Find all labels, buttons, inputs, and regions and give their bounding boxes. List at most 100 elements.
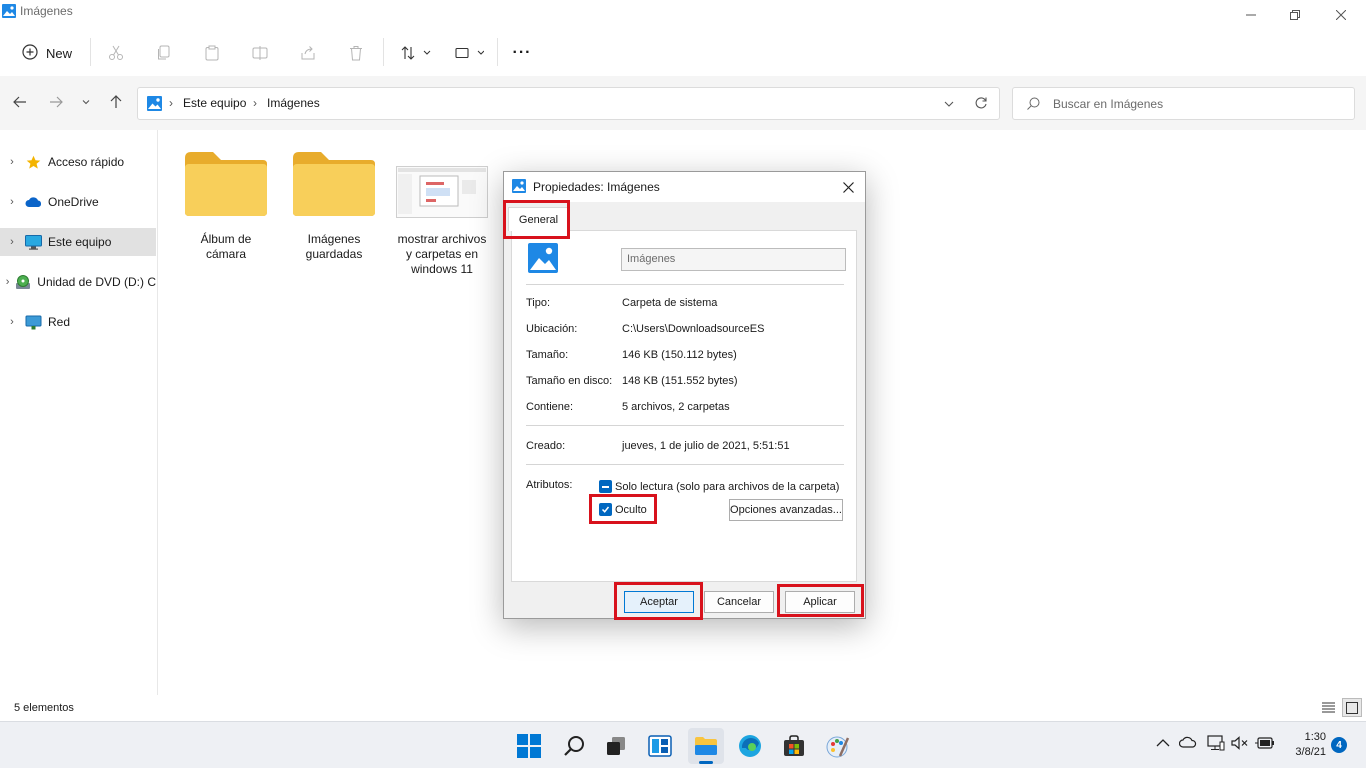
active-indicator	[699, 761, 713, 764]
sidebar-item-onedrive[interactable]: › OneDrive	[0, 188, 156, 216]
battery-icon[interactable]	[1255, 736, 1275, 753]
highlight-accept-button	[614, 582, 703, 620]
show-hidden-icons-chevron-icon[interactable]	[1156, 737, 1170, 751]
edge-browser-icon[interactable]	[732, 728, 768, 764]
folder-album-de-camara[interactable]: Álbum de cámara	[178, 150, 274, 262]
highlight-general-tab	[503, 200, 570, 239]
sidebar-item-red[interactable]: › Red	[0, 308, 156, 336]
highlight-hidden-checkbox	[589, 494, 657, 524]
sort-button[interactable]	[395, 38, 437, 68]
image-thumbnail	[394, 150, 490, 218]
expand-chevron-icon[interactable]: ›	[0, 316, 24, 328]
sidebar-item-label: OneDrive	[48, 195, 99, 209]
clock-time: 1:30	[1304, 731, 1326, 743]
more-options-icon[interactable]: ···	[507, 38, 537, 68]
search-icon	[1027, 97, 1040, 113]
search-placeholder: Buscar en Imágenes	[1053, 97, 1164, 111]
widgets-icon[interactable]	[642, 728, 678, 764]
divider	[526, 425, 844, 426]
computer-icon	[24, 234, 42, 250]
dvd-icon	[15, 274, 31, 290]
navigation-bar: › Este equipo › Imágenes Buscar en Imáge…	[0, 76, 1366, 130]
back-arrow-icon[interactable]	[8, 90, 32, 114]
pictures-app-icon	[2, 4, 16, 18]
command-bar: New ···	[0, 30, 1366, 76]
up-arrow-icon[interactable]	[104, 90, 128, 114]
prop-value-contiene: 5 archivos, 2 carpetas	[622, 401, 730, 413]
expand-chevron-icon[interactable]: ›	[0, 156, 24, 168]
cloud-icon	[24, 194, 42, 210]
breadcrumb-este-equipo[interactable]: Este equipo	[183, 96, 246, 110]
new-button[interactable]: New	[14, 38, 80, 68]
cut-icon[interactable]	[101, 38, 131, 68]
separator	[383, 38, 384, 66]
item-count: 5 elementos	[14, 702, 74, 714]
delete-icon[interactable]	[341, 38, 371, 68]
search-box[interactable]: Buscar en Imágenes	[1012, 87, 1355, 120]
onedrive-tray-icon[interactable]	[1178, 736, 1197, 751]
recent-locations-chevron-icon[interactable]	[74, 90, 98, 114]
prop-value-ubicacion: C:\Users\DownloadsourceES	[622, 323, 765, 335]
highlight-apply-button	[777, 584, 864, 617]
sidebar-item-label: Unidad de DVD (D:) C	[37, 275, 156, 289]
view-button[interactable]	[448, 38, 490, 68]
taskbar: 1:30 3/8/21 4	[0, 721, 1366, 768]
start-windows-icon[interactable]	[511, 728, 547, 764]
attributes-label: Atributos:	[526, 479, 573, 491]
expand-chevron-icon[interactable]: ›	[0, 236, 24, 248]
microsoft-store-icon[interactable]	[776, 728, 812, 764]
breadcrumb-imagenes[interactable]: Imágenes	[267, 96, 320, 110]
sidebar-item-acceso-rapido[interactable]: › Acceso rápido	[0, 148, 156, 176]
prop-value-tipo: Carpeta de sistema	[622, 297, 718, 309]
prop-value-tamano-disco: 148 KB (151.552 bytes)	[622, 375, 738, 387]
breadcrumb-chevron-icon: ›	[169, 96, 173, 110]
address-dropdown-chevron-icon[interactable]	[943, 98, 955, 113]
clock[interactable]: 1:30 3/8/21	[1286, 730, 1326, 760]
share-icon[interactable]	[293, 38, 323, 68]
sidebar-item-este-equipo[interactable]: › Este equipo	[0, 228, 156, 256]
dialog-title-bar: Propiedades: Imágenes	[504, 172, 865, 202]
refresh-icon[interactable]	[974, 96, 988, 113]
prop-label-ubicacion: Ubicación:	[526, 323, 578, 335]
copy-icon[interactable]	[149, 38, 179, 68]
folder-label: Imágenes guardadas	[305, 232, 363, 261]
search-icon[interactable]	[556, 728, 592, 764]
pictures-folder-icon	[512, 179, 526, 196]
folder-label: Álbum de cámara	[200, 232, 252, 261]
details-view-icon[interactable]	[1322, 701, 1335, 717]
general-tab-panel: Imágenes Tipo: Carpeta de sistema Ubicac…	[511, 230, 857, 582]
paint-app-icon[interactable]	[820, 728, 856, 764]
display-tray-icon[interactable]	[1207, 735, 1225, 754]
maximize-button[interactable]	[1272, 0, 1318, 30]
address-bar[interactable]: › Este equipo › Imágenes	[137, 87, 1000, 120]
file-mostrar-archivos[interactable]: mostrar archivos y carpetas en windows 1…	[394, 150, 490, 277]
file-label: mostrar archivos y carpetas en windows 1…	[397, 232, 487, 276]
expand-chevron-icon[interactable]: ›	[0, 276, 15, 288]
rename-icon[interactable]	[245, 38, 275, 68]
readonly-checkbox[interactable]: Solo lectura (solo para archivos de la c…	[599, 480, 839, 493]
folder-imagenes-guardadas[interactable]: Imágenes guardadas	[286, 150, 382, 262]
large-icons-view-icon[interactable]	[1342, 698, 1362, 717]
sidebar-item-label: Acceso rápido	[48, 155, 125, 169]
title-bar: Imágenes	[0, 0, 1366, 30]
sidebar-item-unidad-dvd[interactable]: › Unidad de DVD (D:) C	[0, 268, 156, 296]
cancel-button[interactable]: Cancelar	[704, 591, 774, 613]
prop-value-tamano: 146 KB (150.112 bytes)	[622, 349, 737, 361]
advanced-options-button[interactable]: Opciones avanzadas...	[729, 499, 843, 521]
dialog-close-icon[interactable]	[838, 178, 858, 196]
navigation-pane: › Acceso rápido › OneDrive › Este equipo…	[0, 130, 158, 695]
forward-arrow-icon[interactable]	[44, 90, 68, 114]
prop-label-tipo: Tipo:	[526, 297, 551, 309]
pictures-large-icon	[528, 243, 558, 276]
close-button[interactable]	[1318, 0, 1364, 30]
task-view-icon[interactable]	[598, 728, 634, 764]
volume-muted-icon[interactable]	[1231, 736, 1249, 753]
minimize-button[interactable]	[1228, 0, 1274, 30]
expand-chevron-icon[interactable]: ›	[0, 196, 24, 208]
paste-icon[interactable]	[197, 38, 227, 68]
file-explorer-icon[interactable]	[688, 728, 724, 764]
separator	[497, 38, 498, 66]
sidebar-item-label: Red	[48, 315, 71, 329]
notifications-badge[interactable]: 4	[1331, 737, 1347, 753]
folder-name-field[interactable]: Imágenes	[621, 248, 846, 271]
